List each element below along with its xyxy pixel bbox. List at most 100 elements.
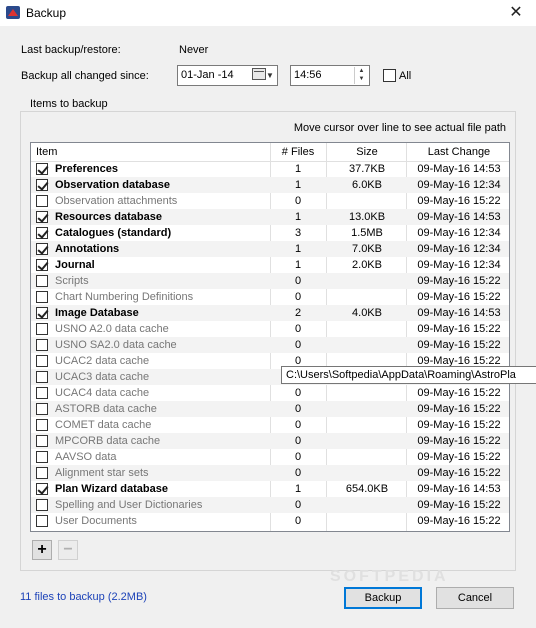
table-row[interactable]: Observation database 1 6.0KB 09-May-16 12:3… (31, 177, 509, 193)
file-count: 0 (294, 275, 302, 287)
row-checkbox[interactable] (36, 483, 48, 495)
header-item[interactable]: Item (36, 146, 57, 158)
item-name: UCAC2 data cache (55, 355, 150, 367)
table-row[interactable]: Alignment star sets 0 09-May-16 15:22 (31, 465, 509, 481)
row-checkbox[interactable] (36, 467, 48, 479)
table-row[interactable]: AAVSO data 0 09-May-16 15:22 (31, 449, 509, 465)
header-files[interactable]: # Files (271, 146, 325, 158)
window-title: Backup (26, 6, 67, 20)
spin-down-icon[interactable]: ▼ (355, 75, 368, 83)
file-count: 1 (294, 483, 302, 495)
row-checkbox[interactable] (36, 419, 48, 431)
row-checkbox[interactable] (36, 227, 48, 239)
file-count: 2 (294, 307, 302, 319)
table-row[interactable]: Plan Wizard database 1 654.0KB 09-May-16 14… (31, 481, 509, 497)
title-bar: Backup ✕ (0, 0, 536, 26)
last-change: 09-May-16 14:53 (417, 211, 501, 223)
item-name: Preferences (55, 163, 118, 175)
file-size (327, 498, 407, 512)
table-row[interactable]: Preferences 1 37.7KB 09-May-16 14:53 (31, 161, 509, 177)
last-backup-label: Last backup/restore: (21, 44, 121, 56)
row-checkbox[interactable] (36, 163, 48, 175)
row-checkbox[interactable] (36, 243, 48, 255)
last-change: 09-May-16 15:22 (417, 195, 501, 207)
file-count: 1 (294, 211, 302, 223)
table-row[interactable]: Spelling and User Dictionaries 0 09-May-16… (31, 497, 509, 513)
row-checkbox[interactable] (36, 339, 48, 351)
last-change: 09-May-16 12:34 (417, 243, 501, 255)
row-checkbox[interactable] (36, 307, 48, 319)
file-size (327, 322, 407, 336)
row-checkbox[interactable] (36, 387, 48, 399)
row-checkbox[interactable] (36, 211, 48, 223)
row-checkbox[interactable] (36, 435, 48, 447)
time-field[interactable]: 14:56 ▲ ▼ (290, 65, 370, 86)
item-name: USNO A2.0 data cache (55, 323, 169, 335)
row-checkbox[interactable] (36, 179, 48, 191)
item-name: Spelling and User Dictionaries (55, 499, 203, 511)
backup-since-label: Backup all changed since: (21, 70, 149, 82)
table-row[interactable]: Chart Numbering Definitions 0 09-May-16 15… (31, 289, 509, 305)
item-name: UCAC4 data cache (55, 387, 150, 399)
table-row[interactable]: USNO A2.0 data cache 0 09-May-16 15:22 (31, 321, 509, 337)
row-checkbox[interactable] (36, 291, 48, 303)
remove-item-button[interactable]: − (58, 540, 78, 560)
table-row[interactable]: Annotations 1 7.0KB 09-May-16 12:34 (31, 241, 509, 257)
table-row[interactable]: Image Database 2 4.0KB 09-May-16 14:53 (31, 305, 509, 321)
table-row[interactable]: UCAC4 data cache 0 09-May-16 15:22 (31, 385, 509, 401)
table-row[interactable]: COMET data cache 0 09-May-16 15:22 (31, 417, 509, 433)
spin-up-icon[interactable]: ▲ (355, 67, 368, 75)
row-checkbox[interactable] (36, 275, 48, 287)
file-size: 6.0KB (352, 179, 382, 191)
add-item-button[interactable]: + (32, 540, 52, 560)
table-row[interactable]: Catalogues (standard) 3 1.5MB 09-May-16 12:… (31, 225, 509, 241)
file-size (327, 450, 407, 464)
table-row[interactable]: User Documents 0 09-May-16 15:22 (31, 513, 509, 529)
header-last-change[interactable]: Last Change (407, 146, 509, 158)
cancel-button[interactable]: Cancel (436, 587, 514, 609)
item-name: Plan Wizard database (55, 483, 168, 495)
row-checkbox[interactable] (36, 259, 48, 271)
last-change: 09-May-16 15:22 (417, 403, 501, 415)
row-checkbox[interactable] (36, 499, 48, 511)
calendar-icon[interactable] (252, 68, 266, 80)
item-name: Observation database (55, 179, 170, 191)
close-button[interactable]: ✕ (496, 0, 536, 26)
time-spinner[interactable]: ▲ ▼ (354, 67, 368, 84)
backup-button[interactable]: Backup (344, 587, 422, 609)
last-change: 09-May-16 14:53 (417, 307, 501, 319)
file-count: 0 (294, 403, 302, 415)
file-size (327, 418, 407, 432)
table-row[interactable]: ASTORB data cache 0 09-May-16 15:22 (31, 401, 509, 417)
last-change: 09-May-16 15:22 (417, 275, 501, 287)
group-title: Items to backup (27, 98, 111, 110)
item-name: Observation attachments (55, 195, 178, 207)
row-checkbox[interactable] (36, 371, 48, 383)
header-size[interactable]: Size (327, 146, 407, 158)
table-row[interactable]: Scripts 0 09-May-16 15:22 (31, 273, 509, 289)
row-checkbox[interactable] (36, 355, 48, 367)
row-checkbox[interactable] (36, 323, 48, 335)
chevron-down-icon[interactable]: ▼ (266, 71, 274, 80)
last-change: 09-May-16 15:22 (417, 467, 501, 479)
file-size: 2.0KB (352, 259, 382, 271)
table-row[interactable]: Resources database 1 13.0KB 09-May-16 14:53 (31, 209, 509, 225)
table-row[interactable]: MPCORB data cache 0 09-May-16 15:22 (31, 433, 509, 449)
file-size (327, 338, 407, 352)
item-name: Image Database (55, 307, 139, 319)
table-row[interactable]: USNO SA2.0 data cache 0 09-May-16 15:22 (31, 337, 509, 353)
row-checkbox[interactable] (36, 403, 48, 415)
last-change: 09-May-16 15:22 (417, 291, 501, 303)
minus-icon: − (63, 541, 73, 558)
row-checkbox[interactable] (36, 195, 48, 207)
item-name: Annotations (55, 243, 120, 255)
table-row[interactable]: Observation attachments 0 09-May-16 15:22 (31, 193, 509, 209)
file-count: 0 (294, 515, 302, 527)
file-count: 0 (294, 291, 302, 303)
all-checkbox[interactable] (383, 69, 396, 82)
row-checkbox[interactable] (36, 515, 48, 527)
hint-text: Move cursor over line to see actual file… (293, 122, 506, 134)
table-row[interactable]: Journal 1 2.0KB 09-May-16 12:34 (31, 257, 509, 273)
row-checkbox[interactable] (36, 451, 48, 463)
file-count: 1 (294, 179, 302, 191)
